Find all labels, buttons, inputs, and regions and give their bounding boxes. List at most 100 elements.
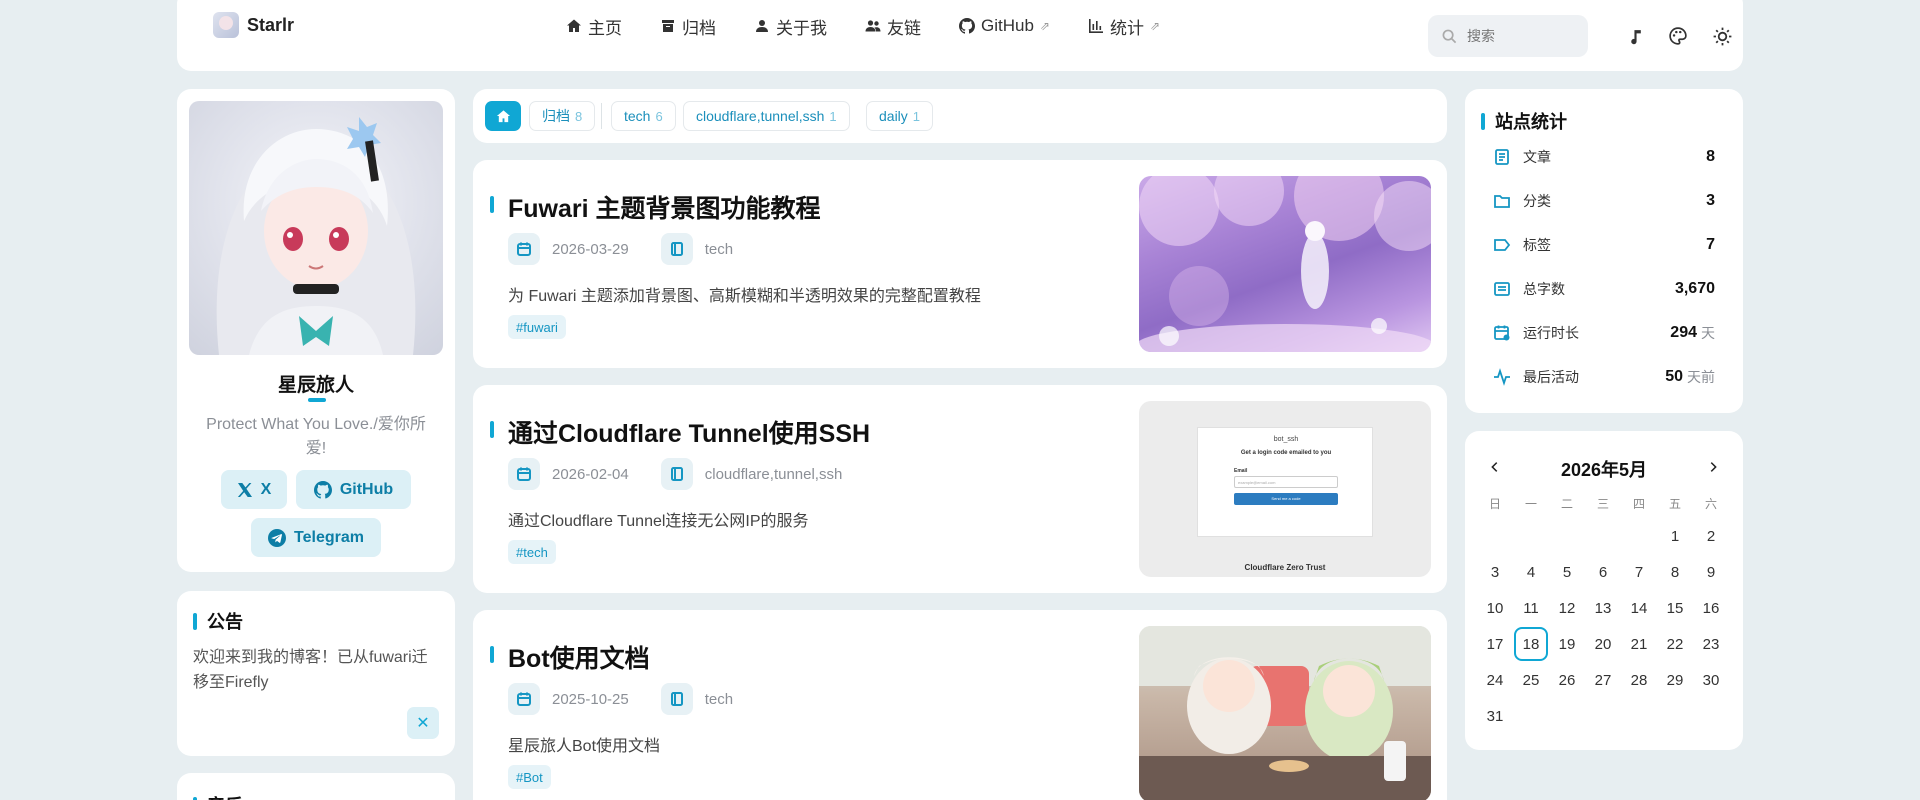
post-meta: 2026-03-29 tech [508, 233, 733, 265]
nav-link-label: 友链 [887, 18, 921, 38]
calendar-day[interactable]: 29 [1657, 662, 1693, 698]
search-box[interactable] [1428, 15, 1588, 57]
profile-avatar-image [189, 101, 443, 355]
mockup-footer: Cloudflare Zero Trust [1244, 563, 1326, 572]
calendar-day[interactable]: 31 [1477, 698, 1513, 734]
calendar-next-button[interactable] [1699, 453, 1727, 481]
calendar-day[interactable]: 13 [1585, 590, 1621, 626]
post-category[interactable]: cloudflare,tunnel,ssh [705, 466, 843, 483]
calendar-day[interactable]: 7 [1621, 554, 1657, 590]
stat-label: 总字数 [1523, 281, 1565, 297]
calendar-day[interactable]: 24 [1477, 662, 1513, 698]
calendar-day[interactable]: 3 [1477, 554, 1513, 590]
post-category[interactable]: tech [705, 241, 733, 258]
calendar-day[interactable]: 20 [1585, 626, 1621, 662]
external-link-icon: ⇗ [1149, 19, 1161, 33]
calendar-day[interactable]: 1 [1657, 518, 1693, 554]
calendar-day[interactable]: 5 [1549, 554, 1585, 590]
calendar-day[interactable]: 30 [1693, 662, 1729, 698]
calendar-weekday: 五 [1668, 496, 1681, 511]
social-telegram-button[interactable]: Telegram [251, 518, 381, 557]
post-description: 星辰旅人Bot使用文档 [508, 738, 661, 755]
calendar-day[interactable]: 16 [1693, 590, 1729, 626]
calendar-day[interactable]: 17 [1477, 626, 1513, 662]
github-icon [959, 18, 975, 34]
filter-chip-tech[interactable]: tech 6 [611, 101, 676, 131]
post-category[interactable]: tech [705, 691, 733, 708]
chip-label: daily [879, 108, 908, 124]
calendar-day[interactable]: 15 [1657, 590, 1693, 626]
stat-value: 50 [1665, 368, 1683, 385]
mockup-send-button: Send me a code [1234, 493, 1338, 505]
chip-label: 归档 [542, 108, 570, 124]
post-cover-image[interactable] [1139, 176, 1431, 352]
nav-link-stats[interactable]: 统计 ⇗ [1069, 14, 1179, 38]
calendar-weekday: 三 [1596, 496, 1609, 511]
nav-link-github[interactable]: GitHub ⇗ [940, 14, 1069, 38]
nav-link-home[interactable]: 主页 [547, 14, 641, 38]
post-tag[interactable]: #tech [508, 540, 556, 564]
theme-color-button[interactable] [1660, 18, 1696, 54]
mockup-email-label: Email [1234, 468, 1248, 474]
post-tag[interactable]: #fuwari [508, 315, 566, 339]
category-filter-bar: 归档 8 tech 6 cloudflare,tunnel,ssh 1 dail… [473, 89, 1447, 143]
music-toggle-button[interactable] [1617, 18, 1653, 54]
post-title[interactable]: 通过Cloudflare Tunnel使用SSH [489, 414, 870, 450]
social-github-button[interactable]: GitHub [296, 470, 411, 509]
stat-row-categories: 分类 3 [1493, 187, 1715, 215]
chip-label: tech [624, 108, 651, 124]
home-icon [567, 19, 581, 32]
calendar-day[interactable]: 2 [1693, 518, 1729, 554]
nav-link-about[interactable]: 关于我 [735, 14, 846, 38]
nav-link-friends[interactable]: 友链 [846, 14, 940, 38]
stat-label: 文章 [1523, 149, 1551, 165]
filter-chip-daily[interactable]: daily 1 [866, 101, 934, 131]
post-card[interactable]: Fuwari 主题背景图功能教程 2026-03-29 tech 为 Fuwar… [473, 160, 1447, 368]
nav-link-label: 主页 [588, 18, 622, 38]
calendar-day[interactable]: 21 [1621, 626, 1657, 662]
calendar-weekday: 日 [1488, 496, 1501, 511]
calendar-day[interactable]: 9 [1693, 554, 1729, 590]
calendar-day[interactable]: 27 [1585, 662, 1621, 698]
post-title[interactable]: Bot使用文档 [490, 639, 650, 675]
calendar-day[interactable]: 11 [1513, 590, 1549, 626]
light-mode-button[interactable] [1704, 18, 1740, 54]
social-x-button[interactable]: X [221, 470, 287, 509]
filter-chip-archive[interactable]: 归档 8 [529, 101, 596, 131]
calendar-day[interactable]: 26 [1549, 662, 1585, 698]
filter-home-button[interactable] [485, 101, 521, 131]
calendar-day[interactable]: 14 [1621, 590, 1657, 626]
notice-card: 公告 欢迎来到我的博客！已从fuwari迁移至Firefly ✕ [177, 591, 455, 756]
calendar-day-today[interactable]: 18 [1513, 626, 1549, 662]
calendar-day[interactable]: 6 [1585, 554, 1621, 590]
site-stats-card: 站点统计 文章 8 分类 3 标签 7 总字数 3,670 运行时长 294 天… [1465, 89, 1743, 413]
calendar-day[interactable]: 28 [1621, 662, 1657, 698]
notice-close-button[interactable]: ✕ [407, 707, 439, 739]
calendar-day[interactable]: 10 [1477, 590, 1513, 626]
stat-value: 294 [1670, 324, 1697, 341]
post-cover-image[interactable]: bot_ssh Get a login code emailed to you … [1139, 401, 1431, 577]
filter-chip-cloudflare[interactable]: cloudflare,tunnel,ssh 1 [683, 101, 850, 131]
calendar-day[interactable]: 8 [1657, 554, 1693, 590]
chip-count: 1 [912, 108, 921, 124]
post-cover-image[interactable] [1139, 626, 1431, 800]
post-card[interactable]: 通过Cloudflare Tunnel使用SSH 2026-02-04 clou… [473, 385, 1447, 593]
chip-count: 8 [575, 108, 583, 124]
profile-card: 星辰旅人 Protect What You Love./爱你所爱! X GitH… [177, 89, 455, 572]
calendar-day[interactable]: 22 [1657, 626, 1693, 662]
calendar-day[interactable]: 4 [1513, 554, 1549, 590]
nav-link-archive[interactable]: 归档 [641, 14, 735, 38]
stats-title-text: 站点统计 [1495, 112, 1567, 132]
calendar-day[interactable]: 25 [1513, 662, 1549, 698]
brand[interactable]: Starlr [213, 10, 294, 40]
calendar-day[interactable]: 19 [1549, 626, 1585, 662]
stat-value: 7 [1706, 236, 1715, 253]
close-icon: ✕ [416, 715, 430, 732]
search-input[interactable] [1467, 28, 1567, 44]
post-tag[interactable]: #Bot [508, 765, 551, 789]
post-title[interactable]: Fuwari 主题背景图功能教程 [490, 189, 821, 225]
calendar-day[interactable]: 12 [1549, 590, 1585, 626]
calendar-day[interactable]: 23 [1693, 626, 1729, 662]
profile-bio: Protect What You Love./爱你所爱! [206, 416, 426, 457]
post-card[interactable]: Bot使用文档 2025-10-25 tech 星辰旅人Bot使用文档 #Bot [473, 610, 1447, 800]
